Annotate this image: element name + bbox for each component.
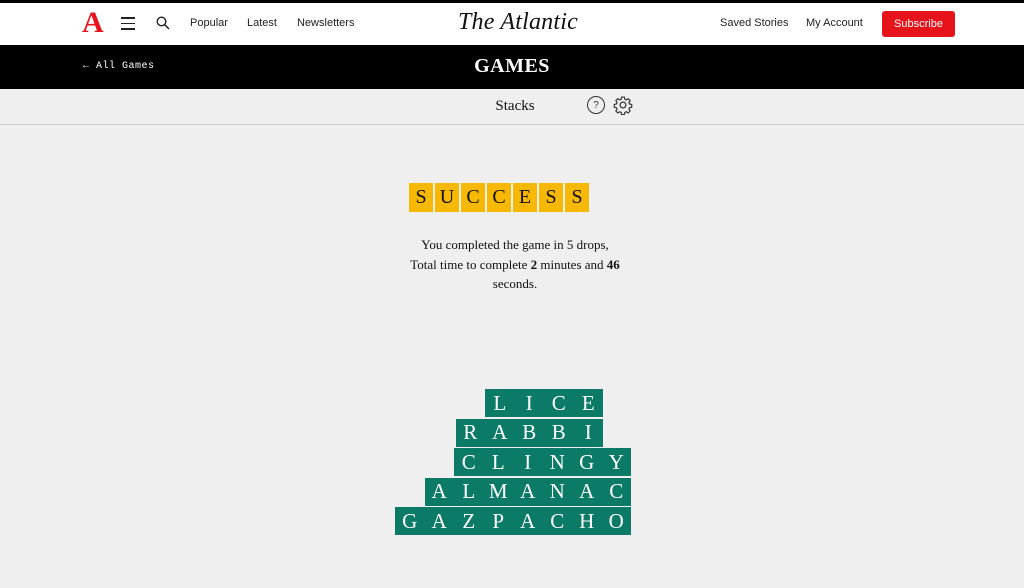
stack-letter-tile: Z xyxy=(462,508,476,533)
result-seconds: 46 xyxy=(606,256,620,272)
result-message: You completed the game in 5 drops, Total… xyxy=(0,235,1024,294)
stack-letter-tile: E xyxy=(581,390,595,415)
stack-letter-tile: O xyxy=(608,508,624,533)
stack-letter-tile: Y xyxy=(608,449,624,474)
stack-letter-tile: A xyxy=(520,508,536,533)
nav-latest[interactable]: Latest xyxy=(247,17,277,29)
stack-letter-tile: P xyxy=(492,508,505,533)
my-account-link[interactable]: My Account xyxy=(806,17,863,29)
stack-letter-tile: H xyxy=(579,508,595,533)
stack-letter-tile: I xyxy=(584,420,592,444)
stack-letter-tile: M xyxy=(488,479,508,503)
stack-letter-tile: I xyxy=(524,449,532,474)
result-line-seconds: seconds. xyxy=(492,276,538,291)
subscribe-button[interactable]: Subscribe xyxy=(882,11,955,37)
stack-row: LICE xyxy=(485,389,603,417)
stack-letter-tile: N xyxy=(549,479,565,503)
stack-letter-tile: G xyxy=(402,508,418,533)
stack-letter-tile: A xyxy=(520,479,536,503)
stack-letter-tile: L xyxy=(462,479,476,503)
success-letter-tile: E xyxy=(513,183,537,212)
game-toolbar: Stacks ? xyxy=(0,89,1024,125)
success-letter-tile: C xyxy=(487,183,511,212)
success-letter-tile: U xyxy=(435,183,459,212)
nav-newsletters[interactable]: Newsletters xyxy=(297,17,354,29)
result-line-drops: You completed the game in 5 drops, xyxy=(421,237,609,252)
success-letter-tile: S xyxy=(539,183,563,212)
nav-popular[interactable]: Popular xyxy=(190,17,228,29)
stack-letter-tile: L xyxy=(491,449,505,474)
result-line-time: Total time to complete 2 minutes and 46 xyxy=(410,256,620,272)
stack-letter-tile: C xyxy=(550,508,565,533)
stack-letter-tile: N xyxy=(549,449,565,474)
stack-letter-tile: R xyxy=(463,420,478,444)
help-icon[interactable]: ? xyxy=(587,96,605,114)
stack-letter-tile: C xyxy=(551,390,566,415)
stack-letter-tile: B xyxy=(551,420,566,444)
stack-letter-tile: A xyxy=(431,479,447,503)
stack-row: ALMANAC xyxy=(424,477,631,506)
success-banner: S U C C E S S xyxy=(409,183,589,212)
success-letter-tile: S xyxy=(565,183,589,212)
stack-row: GAZPACHO xyxy=(395,507,631,535)
stack-letter-tile: B xyxy=(522,420,537,444)
stack-letter-tile: A xyxy=(492,420,508,444)
stack-letter-tile: G xyxy=(579,449,595,474)
games-title: GAMES xyxy=(474,55,550,77)
stack-letter-tile: A xyxy=(579,479,595,503)
stack-letter-tile: C xyxy=(461,449,476,474)
stack-letter-tile: L xyxy=(493,390,507,415)
brand-wordmark[interactable]: The Atlantic xyxy=(458,9,578,36)
success-letter-tile: S xyxy=(409,183,433,212)
stack-row: RABBI xyxy=(455,418,603,447)
stack-letter-tile: A xyxy=(431,508,447,533)
game-title: Stacks xyxy=(495,98,535,114)
search-icon[interactable] xyxy=(156,16,170,30)
site-header: A Popular Latest Newsletters The Atlanti… xyxy=(0,3,1024,45)
menu-icon[interactable] xyxy=(121,17,135,30)
stack-letter-tile: C xyxy=(609,479,624,503)
success-letter-tile: C xyxy=(461,183,485,212)
atlantic-logo[interactable]: A xyxy=(82,7,104,39)
games-bar: ← All Games GAMES xyxy=(0,45,1024,89)
gear-icon[interactable] xyxy=(613,95,633,116)
saved-stories-link[interactable]: Saved Stories xyxy=(720,17,788,29)
stack-letter-tile: I xyxy=(525,390,533,415)
stack-row: CLINGY xyxy=(454,448,631,476)
